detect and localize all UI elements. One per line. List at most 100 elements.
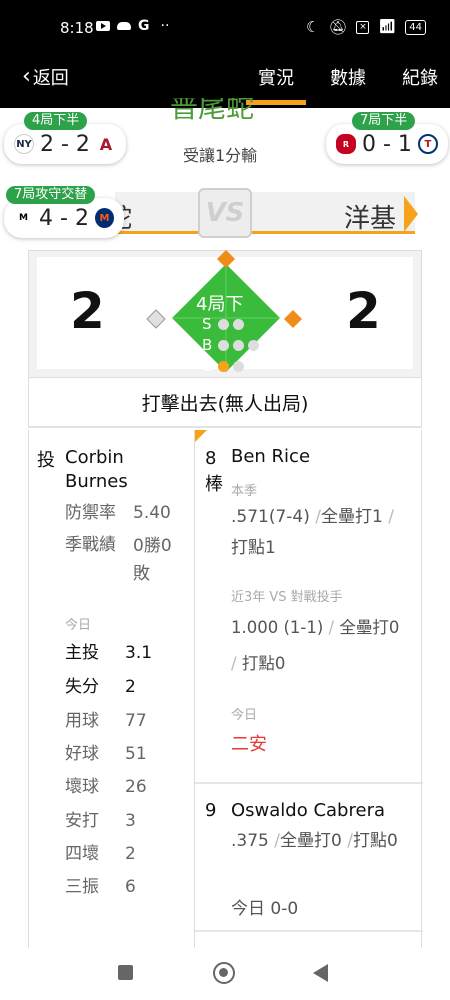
- recent-apps-icon[interactable]: [118, 965, 133, 980]
- batter-today-result: 二安: [231, 734, 267, 755]
- pitcher-stat-row: 安打 3: [65, 811, 136, 831]
- back-label: 返回: [32, 68, 69, 89]
- batter-panel: 8 棒 Ben Rice 本季 .571(7-4) /全壘打1 / 打點1 近3…: [194, 430, 423, 950]
- tab-records-label: 紀錄: [402, 68, 438, 89]
- mini-score-value: 4 - 2: [39, 205, 89, 231]
- batter-order: 8 棒: [205, 446, 223, 498]
- away-score: 2: [70, 282, 105, 340]
- pitcher-name[interactable]: Corbin Burnes: [65, 446, 185, 494]
- batter-vs-stats: 1.000 (1-1) / 全壘打0 / 打點0: [231, 618, 400, 673]
- mini-score-tag: 7局攻守交替: [6, 186, 96, 204]
- tab-stats[interactable]: 數據: [330, 64, 366, 90]
- status-left-icons: G ··: [96, 18, 169, 34]
- batter-order-label: 棒: [205, 474, 223, 495]
- mute-icon: 🔕︎: [328, 18, 348, 36]
- back-button[interactable]: ‹ 返回: [22, 64, 69, 90]
- sim-off-icon: ×: [356, 20, 370, 34]
- mini-score-card[interactable]: 7局攻守交替 M 4 - 2 M: [4, 186, 124, 238]
- current-batter-marker: [195, 430, 207, 442]
- pitcher-today-label: 今日: [65, 618, 92, 633]
- out-label: O: [202, 357, 214, 375]
- batter-order-number: 8: [205, 448, 217, 469]
- pitcher-stat-row: 好球 51: [65, 744, 147, 764]
- back-triangle-icon[interactable]: [313, 964, 328, 982]
- mini-score-tag: 4局下半: [24, 112, 88, 130]
- moon-icon: ☾: [305, 18, 320, 36]
- pitcher-stat-row: 主投 3.1: [65, 643, 153, 663]
- mini-score-tag: 7局下半: [352, 112, 416, 130]
- pitcher-stat-row: 用球 77: [65, 711, 147, 731]
- marlins-logo-icon: M: [14, 208, 34, 228]
- handicap-text: 受讓1分輸: [183, 146, 258, 165]
- pitcher-record: 季戰績 0勝0敗: [65, 532, 172, 584]
- google-icon: G: [138, 18, 150, 34]
- yankees-logo-icon: NY: [14, 134, 34, 154]
- mini-score-value: 0 - 1: [362, 131, 412, 157]
- tab-active-indicator: [246, 100, 306, 105]
- mini-score-value: 2 - 2: [40, 131, 90, 157]
- pitcher-stat-row: 三振 6: [65, 877, 136, 897]
- status-time: 8:18: [60, 19, 94, 37]
- batter-name[interactable]: Ben Rice: [231, 446, 310, 467]
- tab-records[interactable]: 紀錄: [402, 64, 438, 90]
- next-batter-row[interactable]: 9 Oswaldo Cabrera .375 /全壘打0 /打點0 今日 0-0: [195, 784, 423, 930]
- record-label: 季戰績: [65, 535, 116, 555]
- mini-score-card[interactable]: 4局下半 NY 2 - 2 A: [4, 112, 126, 164]
- status-right-icons: ☾ 🔕︎ × 📶︎ 44: [306, 18, 426, 36]
- first-base-icon: [284, 310, 302, 328]
- strike-dot: [218, 319, 229, 330]
- home-score: 2: [346, 282, 381, 340]
- ball-dot: [233, 340, 244, 351]
- cloud-icon: [117, 22, 131, 30]
- wifi-icon: 📶︎: [378, 19, 397, 35]
- vs-logo: VS: [198, 188, 252, 238]
- era-value: 5.40: [133, 503, 171, 523]
- home-team-name: 洋基: [344, 204, 397, 234]
- out-dot: [218, 361, 229, 372]
- battery-icon: 44: [405, 19, 426, 35]
- home-icon[interactable]: [213, 962, 235, 984]
- divider: [195, 930, 423, 932]
- pitcher-role-label: 投: [37, 450, 55, 471]
- rangers-logo-icon: T: [417, 134, 438, 154]
- next-batter-order: 9: [205, 800, 217, 821]
- count-indicator: S B O: [202, 314, 259, 377]
- tab-stats-label: 數據: [330, 68, 366, 89]
- next-batter-today: 今日 0-0: [231, 899, 299, 919]
- pitcher-era: 防禦率 5.40: [65, 500, 171, 526]
- chevron-left-icon: ‹: [22, 64, 31, 89]
- inning-label: 4局下: [196, 294, 244, 315]
- diamondbacks-logo-icon: A: [95, 134, 116, 154]
- record-value: 0勝0敗: [133, 536, 172, 584]
- pitcher-stat-row: 壞球 26: [65, 777, 147, 797]
- ball-label: B: [202, 336, 213, 354]
- app-header: 8:18 G ·· ☾ 🔕︎ × 📶︎ 44 ‹ 返回 實況 數據 紀錄: [0, 0, 450, 108]
- mini-score-card[interactable]: 7局下半 R 0 - 1 T: [326, 112, 448, 164]
- status-bar: 8:18 G ·· ☾ 🔕︎ × 📶︎ 44: [0, 0, 450, 54]
- system-nav-bar: [0, 948, 450, 1000]
- ball-dot: [248, 340, 259, 351]
- strike-label: S: [202, 315, 212, 333]
- tab-bar: 實況 數據 紀錄: [246, 64, 438, 105]
- youtube-icon: [96, 21, 110, 31]
- pitcher-stat-row: 四壞 2: [65, 844, 136, 864]
- more-dots-icon: ··: [160, 18, 170, 34]
- pitcher-stat-row: 失分 2: [65, 677, 136, 697]
- era-label: 防禦率: [65, 503, 116, 523]
- third-base-icon: [146, 309, 166, 329]
- batter-season-stats: .571(7-4) /全壘打1 / 打點1: [231, 507, 394, 558]
- out-dot: [233, 361, 244, 372]
- chevron-right-icon[interactable]: [404, 196, 418, 232]
- batter-season-label: 本季: [231, 484, 258, 499]
- tab-live-label: 實況: [258, 68, 294, 89]
- mets-logo-icon: M: [94, 208, 114, 228]
- next-batter-name: Oswaldo Cabrera: [231, 800, 385, 821]
- batter-today-label: 今日: [231, 708, 258, 723]
- reds-logo-icon: R: [336, 134, 356, 154]
- tab-live[interactable]: 實況: [246, 64, 306, 105]
- pitcher-panel: 投 Corbin Burnes 防禦率 5.40 季戰績 0勝0敗 今日 主投 3…: [28, 430, 194, 950]
- next-batter-stats: .375 /全壘打0 /打點0: [231, 831, 398, 851]
- second-base-icon: [217, 250, 235, 268]
- strike-dot: [233, 319, 244, 330]
- batter-vs-label: 近3年 VS 對戰投手: [231, 590, 343, 605]
